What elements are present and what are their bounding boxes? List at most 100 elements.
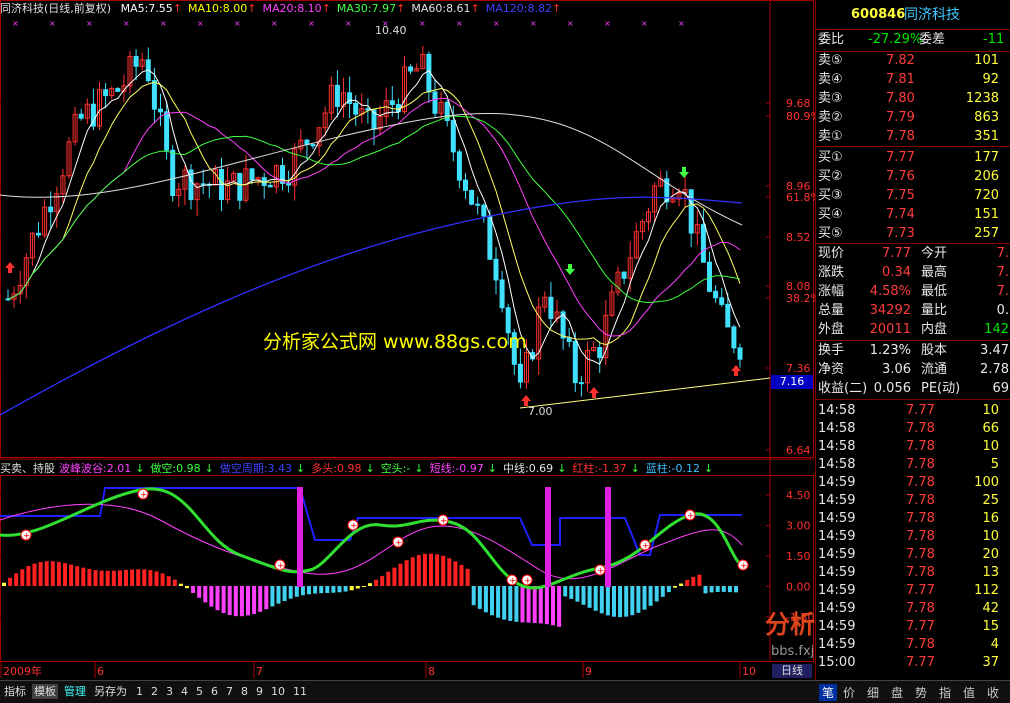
chart-area[interactable]: 9.6880.9%8.9661.8%8.528.0838.2%7.366.644… xyxy=(0,0,961,680)
indicator-bar xyxy=(20,569,25,586)
candle-body xyxy=(432,91,438,114)
panel-tab[interactable]: 值 xyxy=(963,684,975,701)
indicator-bar xyxy=(654,586,659,602)
indicator-bar xyxy=(459,564,464,586)
indicator-bar xyxy=(368,583,372,586)
tick-row: 14:59 7.78 16 xyxy=(818,511,999,526)
indicator-bar xyxy=(422,553,427,586)
toolbar-button[interactable]: 管理 xyxy=(62,684,88,699)
template-tab[interactable]: 4 xyxy=(179,684,190,699)
candle-body xyxy=(158,108,163,113)
date-axis-label: 6 xyxy=(97,665,104,678)
indicator-legend-item: 做空周期:3.43 xyxy=(219,462,293,475)
down-arrow-icon: ↓ xyxy=(365,462,375,475)
indicator-bar xyxy=(209,586,214,607)
indicator-bar xyxy=(197,586,202,598)
buy-order-row: 买③ 7.75 720 xyxy=(818,188,999,203)
toolbar-button[interactable]: 指标 xyxy=(2,684,28,699)
indicator-bar xyxy=(496,586,501,618)
indicator-bar xyxy=(319,586,324,594)
template-tab[interactable]: 10 xyxy=(269,684,287,699)
template-tab[interactable]: 9 xyxy=(254,684,265,699)
candle-body xyxy=(597,347,603,359)
signal-spike xyxy=(545,487,551,587)
indicator-bar xyxy=(569,586,574,599)
indicator-bar xyxy=(544,586,549,625)
indicator-bar xyxy=(520,586,525,623)
panel-tab[interactable]: 细 xyxy=(867,684,879,701)
indicator-bar xyxy=(233,586,238,617)
indicator-bar xyxy=(355,586,360,589)
ma-legend-item: MA5:7.55 xyxy=(120,2,173,15)
candle-body xyxy=(463,179,468,191)
indicator-bar xyxy=(447,558,452,586)
indicator-bar xyxy=(557,586,562,627)
indicator-legend-item: 红柱:-1.37 xyxy=(572,462,627,475)
indicator-axis-label: 4.50 xyxy=(786,489,811,502)
down-arrow-icon: ↓ xyxy=(703,462,714,475)
watermark-text: 分析家公式网 www.88gs.com xyxy=(263,331,527,353)
candle-body xyxy=(151,80,157,110)
indicator-bar xyxy=(343,586,348,592)
indicator-bar xyxy=(124,569,128,586)
indicator-bar xyxy=(258,586,263,612)
up-arrow-icon: ↑ xyxy=(552,2,562,15)
indicator-bar xyxy=(349,586,354,591)
indicator-legend-item: 中线:0.69 xyxy=(502,462,554,475)
indicator-bar xyxy=(612,586,616,617)
indicator-bar xyxy=(166,576,171,586)
signal-spike xyxy=(297,487,303,587)
indicator-legend-item: 空头:- xyxy=(380,462,411,475)
indicator-bar xyxy=(471,586,476,606)
period-label[interactable]: 日线 xyxy=(772,664,812,678)
indicator-bar xyxy=(252,586,257,614)
template-tab[interactable]: 8 xyxy=(239,684,250,699)
template-tab[interactable]: 3 xyxy=(164,684,175,699)
panel-tab[interactable]: 盘 xyxy=(891,684,903,701)
panel-tab[interactable]: 收 xyxy=(987,684,999,701)
panel-tab[interactable]: 笔 xyxy=(819,684,838,701)
template-tab[interactable]: 5 xyxy=(194,684,205,699)
candle-body xyxy=(115,88,121,92)
svg-text:+: + xyxy=(524,577,532,587)
quote-row: 涨跌 0.34 最高 7. xyxy=(818,265,1009,280)
tick-row: 14:59 7.78 13 xyxy=(818,565,999,580)
indicator-bar xyxy=(105,570,110,586)
template-tab[interactable]: 2 xyxy=(149,684,160,699)
indicator-bar xyxy=(99,570,104,586)
indicator-bar xyxy=(8,577,13,586)
candle-body xyxy=(731,326,737,349)
indicator-bar xyxy=(87,568,92,586)
candle-body xyxy=(200,183,206,186)
candle-body xyxy=(548,296,554,319)
toolbar-button[interactable]: 另存为 xyxy=(92,684,129,699)
bottom-toolbar: 指标 模板 管理 另存为 1 2 3 4 5 6 7 8 9 10 11 xyxy=(0,680,815,703)
template-tab[interactable]: 6 xyxy=(209,684,220,699)
indicator-bar xyxy=(294,586,299,597)
indicator-bar xyxy=(416,555,421,586)
buy-order-row: 买① 7.77 177 xyxy=(818,150,999,165)
panel-tab[interactable]: 指 xyxy=(939,684,951,701)
svg-text:+: + xyxy=(509,577,517,587)
indicator-bar xyxy=(435,554,440,586)
panel-tab[interactable]: 势 xyxy=(915,684,927,701)
indicator-bar xyxy=(282,586,287,602)
indicator-legend-item: 短线:-0.97 xyxy=(429,462,484,475)
indicator-bar xyxy=(514,586,519,622)
indicator-bar xyxy=(264,586,269,610)
indicator-bar xyxy=(599,586,604,614)
indicator-bar xyxy=(636,586,641,613)
indicator-bar xyxy=(69,564,74,586)
indicator-axis-label: 0.00 xyxy=(786,581,811,594)
candle-body xyxy=(688,189,694,234)
template-tab[interactable]: 7 xyxy=(224,684,235,699)
toolbar-button[interactable]: 模板 xyxy=(32,684,58,699)
template-tab[interactable]: 1 xyxy=(134,684,145,699)
price-axis-label: 7.36 xyxy=(786,362,811,375)
ma-legend-item: MA30:7.97 xyxy=(336,2,397,15)
indicator-bar xyxy=(246,586,250,616)
panel-tab[interactable]: 价 xyxy=(843,684,855,701)
indicator-bar xyxy=(697,574,702,586)
candle-body xyxy=(48,206,54,213)
template-tab[interactable]: 11 xyxy=(291,684,309,699)
